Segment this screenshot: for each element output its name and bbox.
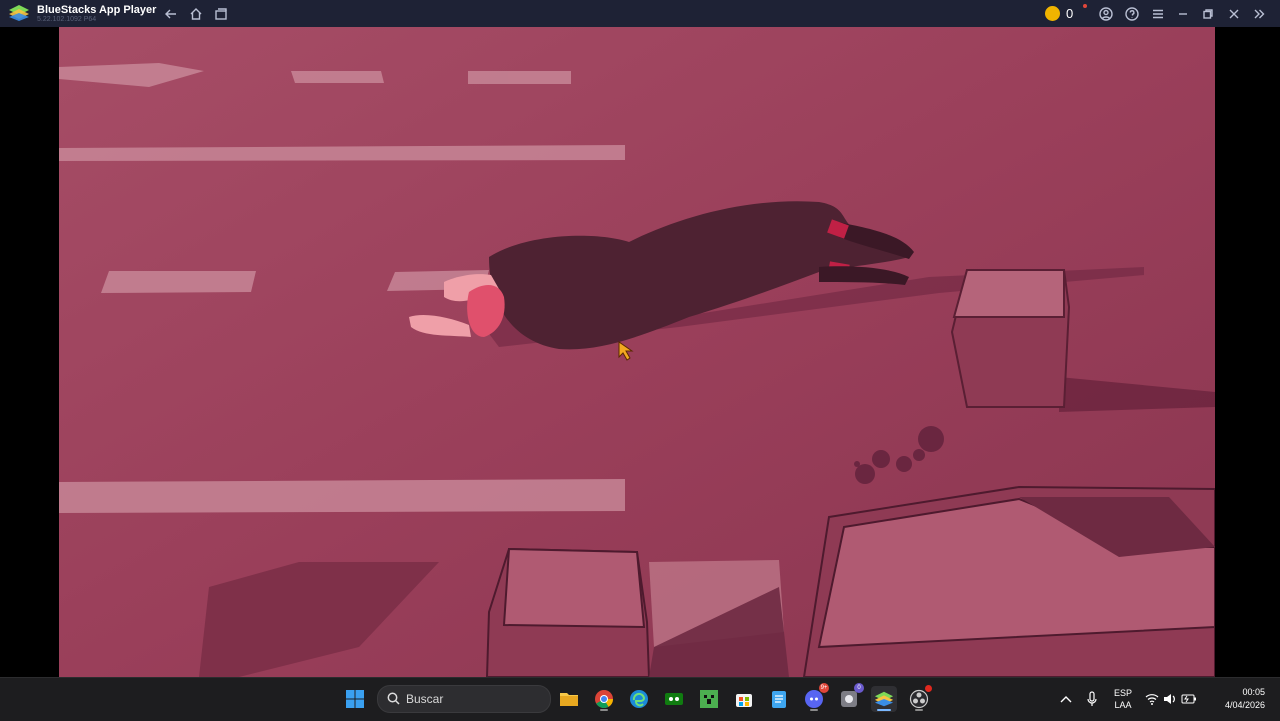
notepad-button[interactable] <box>766 686 792 712</box>
title-bar: BlueStacks App Player 5.22.102.1092 P64 … <box>0 0 1280 27</box>
coin-count: 0 <box>1066 6 1074 21</box>
microphone-icon <box>1087 691 1097 706</box>
language-indicator[interactable]: ESP LAA <box>1108 687 1138 711</box>
running-indicator <box>600 709 608 711</box>
edge-button[interactable] <box>626 686 652 712</box>
store-button[interactable] <box>731 686 757 712</box>
account-icon <box>1099 7 1113 21</box>
running-indicator <box>810 709 818 711</box>
file-explorer-button[interactable] <box>556 686 582 712</box>
xbox-button[interactable] <box>661 686 687 712</box>
obs-icon <box>909 689 929 709</box>
start-button[interactable] <box>342 686 368 712</box>
microphone-button[interactable] <box>1082 686 1102 712</box>
close-icon <box>1229 9 1239 19</box>
bluestacks-taskbar-button[interactable] <box>871 686 897 712</box>
multi-instance-button[interactable] <box>211 4 231 24</box>
minecraft-icon <box>700 690 718 708</box>
app-badge: 0 <box>854 683 864 693</box>
xbox-icon <box>665 693 683 705</box>
chrome-button[interactable] <box>591 686 617 712</box>
sidebar-expand-button[interactable] <box>1249 4 1269 24</box>
restore-button[interactable] <box>1198 4 1218 24</box>
search-icon <box>387 692 400 705</box>
running-indicator <box>915 709 923 711</box>
home-button[interactable] <box>186 4 206 24</box>
bluestacks-icon <box>874 691 894 707</box>
minecraft-button[interactable] <box>696 686 722 712</box>
clock-date: 4/04/2026 <box>1224 700 1265 710</box>
discord-badge: 9+ <box>819 683 829 693</box>
obs-button[interactable] <box>906 685 932 712</box>
back-arrow-icon <box>165 9 176 19</box>
taskbar-search[interactable]: Buscar <box>377 685 551 713</box>
restore-icon <box>1203 9 1213 19</box>
chevron-up-icon <box>1060 696 1072 703</box>
edge-icon <box>630 690 648 708</box>
recording-dot <box>925 685 932 692</box>
store-icon <box>736 694 752 707</box>
bluestacks-logo-icon <box>9 5 29 21</box>
menu-button[interactable] <box>1148 4 1168 24</box>
minimize-button[interactable] <box>1173 4 1193 24</box>
search-placeholder: Buscar <box>406 692 444 706</box>
quick-settings-button[interactable] <box>1142 686 1200 712</box>
battery-icon <box>1181 694 1196 704</box>
notification-dot <box>1083 4 1087 8</box>
file-explorer-icon <box>560 693 578 706</box>
show-hidden-icons-button[interactable] <box>1056 686 1076 712</box>
help-button[interactable] <box>1122 4 1142 24</box>
running-indicator <box>877 709 891 711</box>
volume-icon <box>1164 694 1175 704</box>
home-icon <box>190 8 202 20</box>
back-button[interactable] <box>161 4 181 24</box>
account-button[interactable] <box>1096 4 1116 24</box>
discord-button[interactable]: 9+ <box>801 683 829 712</box>
keyboard-layout: LAA <box>1114 700 1132 710</box>
game-viewport[interactable] <box>59 27 1215 677</box>
app-button[interactable]: 0 <box>836 683 864 712</box>
clock[interactable]: 00:05 4/04/2026 <box>1207 686 1265 712</box>
coin-icon[interactable] <box>1045 6 1060 21</box>
windows-taskbar: Buscar 9+ 0 ESP LAA 00:05 4/04/2026 <box>0 677 1280 721</box>
help-icon <box>1125 7 1139 21</box>
language-code: ESP <box>1113 688 1132 698</box>
window-title: BlueStacks App Player <box>37 4 157 16</box>
chrome-icon <box>595 690 613 709</box>
wifi-icon <box>1145 694 1159 705</box>
sidebar-expand-icon <box>1254 9 1265 19</box>
close-button[interactable] <box>1224 4 1244 24</box>
app-version: 5.22.102.1092 P64 <box>37 16 97 23</box>
multi-instance-icon <box>215 8 227 20</box>
menu-icon <box>1153 9 1163 19</box>
game-scene <box>59 27 1215 677</box>
clock-time: 00:05 <box>1242 687 1265 697</box>
notepad-icon <box>772 691 786 708</box>
minimize-icon <box>1179 13 1187 15</box>
windows-start-icon <box>346 690 364 708</box>
